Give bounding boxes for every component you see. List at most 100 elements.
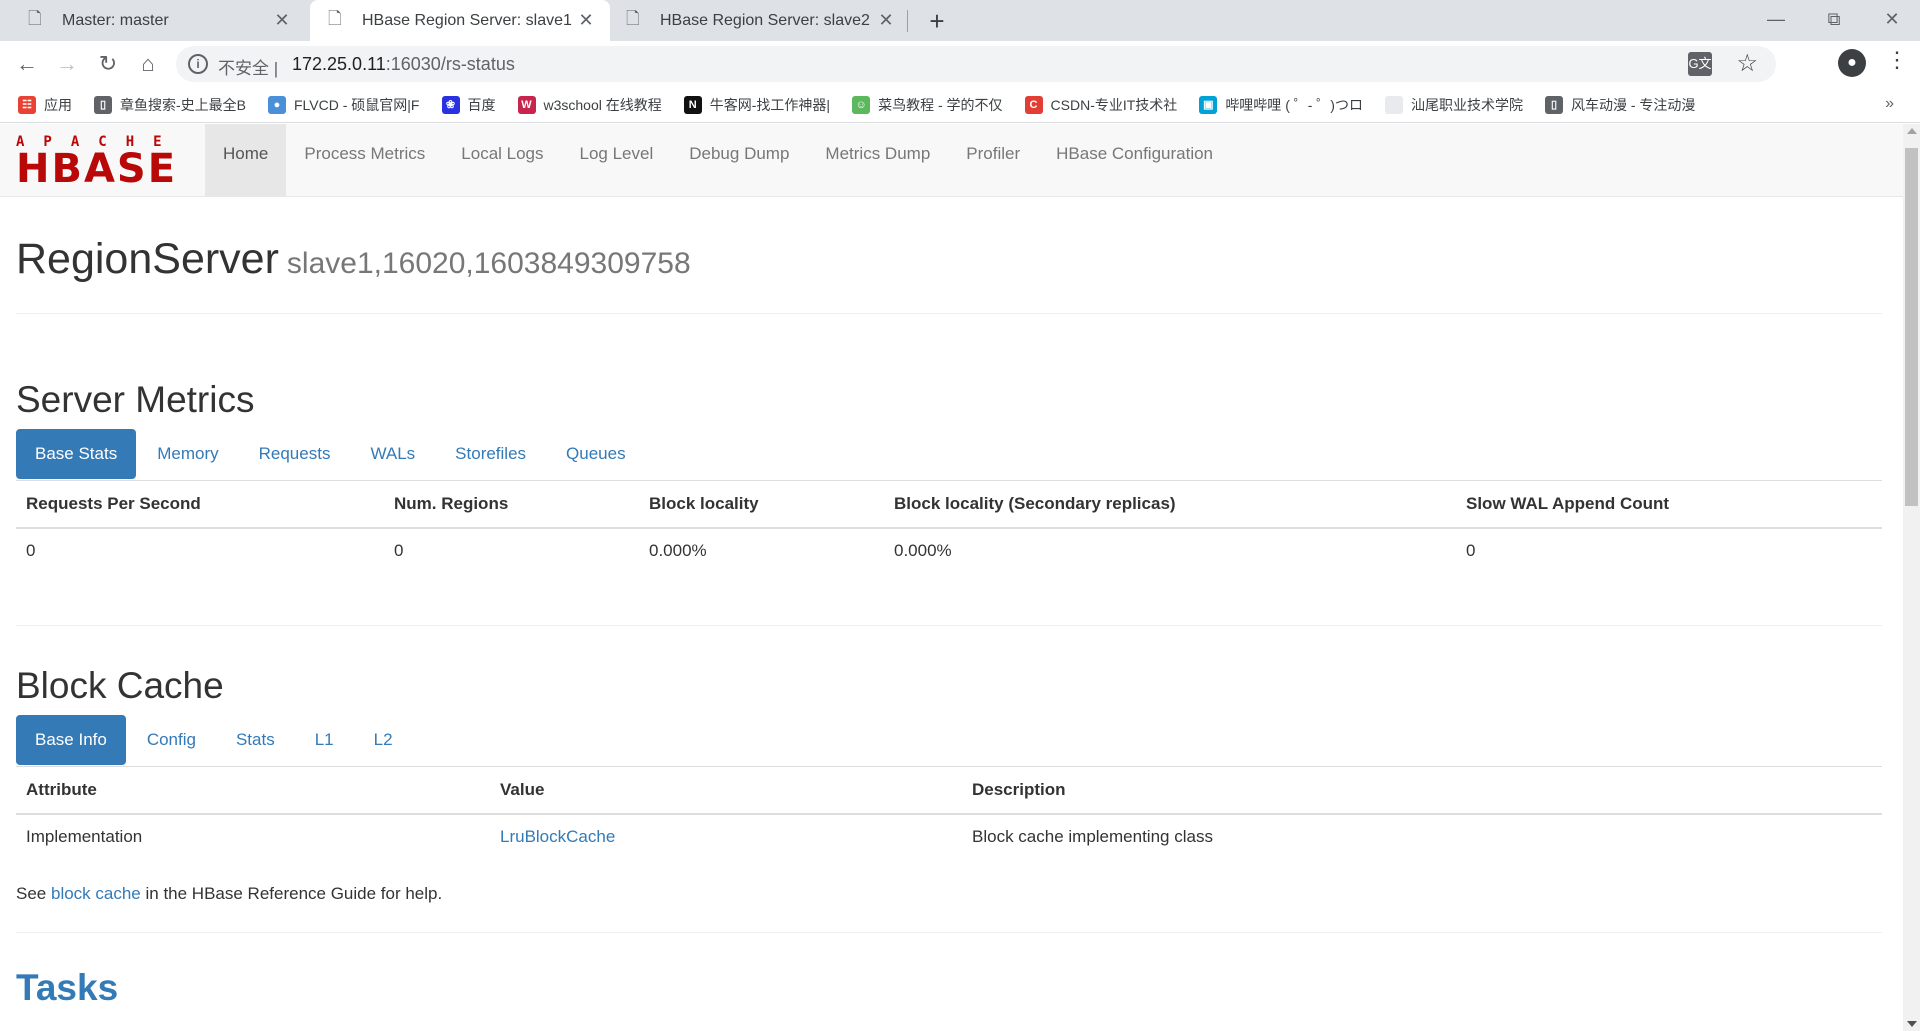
bookmarks-overflow-icon[interactable]: »	[1885, 95, 1894, 113]
scroll-up-icon[interactable]	[1907, 128, 1917, 134]
close-icon[interactable]: ✕	[576, 10, 596, 31]
server-metrics-table: Requests Per Second Num. Regions Block l…	[16, 480, 1882, 573]
bookmark-item[interactable]: Ww3school 在线教程	[517, 95, 662, 115]
nav-hbase-configuration[interactable]: HBase Configuration	[1038, 124, 1231, 197]
blank-icon	[1384, 95, 1403, 114]
bookmark-label: FLVCD - 硕鼠官网|F	[294, 96, 420, 113]
hbase-logo[interactable]: APACHE HBASE	[16, 134, 188, 192]
tab-stats[interactable]: Stats	[217, 715, 294, 765]
bookmark-item[interactable]: ❀ 百度	[441, 95, 496, 115]
home-button[interactable]: ⌂	[131, 47, 165, 81]
table-cell: Implementation	[26, 826, 143, 846]
tab-config[interactable]: Config	[128, 715, 215, 765]
table-cell: 0	[1466, 540, 1476, 560]
info-icon[interactable]: i	[188, 54, 208, 74]
bilibili-icon: ▣	[1199, 95, 1218, 114]
page-viewport: APACHE HBASE Home Process Metrics Local …	[0, 124, 1903, 1031]
nav-local-logs[interactable]: Local Logs	[443, 124, 561, 197]
bookmark-item[interactable]: ☷ 应用	[18, 95, 72, 115]
baidu-paw-icon: ❀	[441, 95, 460, 114]
bookmark-item[interactable]: N 牛客网-找工作神器|	[683, 95, 830, 115]
nav-log-level[interactable]: Log Level	[562, 124, 672, 197]
bookmark-item[interactable]: ▯ 章鱼搜索-史上最全B	[94, 95, 246, 115]
nav-profiler[interactable]: Profiler	[948, 124, 1038, 197]
tasks-title[interactable]: Tasks	[16, 967, 118, 1009]
lru-block-cache-link[interactable]: LruBlockCache	[500, 827, 615, 846]
restore-button[interactable]: ⧉	[1806, 0, 1862, 41]
url-path: :16030/rs-status	[385, 54, 515, 74]
menu-icon[interactable]: ⋮	[1886, 47, 1908, 73]
page-subtitle: slave1,16020,1603849309758	[286, 247, 691, 280]
tab-storefiles[interactable]: Storefiles	[436, 429, 545, 479]
tab-requests[interactable]: Requests	[240, 429, 350, 479]
minimize-button[interactable]: —	[1748, 0, 1804, 41]
page-icon: 🗋	[328, 9, 342, 28]
page-title: RegionServer slave1,16020,1603849309758	[16, 235, 691, 283]
close-icon[interactable]: ✕	[876, 10, 896, 31]
bookmark-item[interactable]: ▯ 风车动漫 - 专注动漫	[1544, 95, 1695, 115]
tab-master[interactable]: 🗋 Master: master ✕	[0, 0, 306, 41]
server-metrics-tabs: Base Stats Memory Requests WALs Storefil…	[16, 429, 647, 479]
tab-queues[interactable]: Queues	[547, 429, 645, 479]
close-window-button[interactable]: ✕	[1864, 0, 1920, 41]
scrollbar-thumb[interactable]	[1905, 148, 1918, 506]
new-tab-button[interactable]: +	[922, 4, 952, 38]
bookmark-item[interactable]: ▣ 哔哩哔哩 ( ゜- ゜)つロ	[1199, 95, 1363, 115]
bookmark-star-icon[interactable]: ☆	[1736, 49, 1758, 78]
nav-home[interactable]: Home	[205, 124, 287, 197]
reload-button[interactable]: ↻	[91, 47, 125, 81]
csdn-icon: C	[1024, 95, 1043, 114]
bookmark-label: 菜鸟教程 - 学的不仅	[878, 96, 1003, 113]
bookmark-item[interactable]: ● FLVCD - 硕鼠官网|F	[268, 95, 420, 115]
tab-l2[interactable]: L2	[355, 715, 412, 765]
nav-debug-dump[interactable]: Debug Dump	[671, 124, 807, 197]
bookmark-label: 章鱼搜索-史上最全B	[120, 96, 246, 113]
column-header: Block locality (Secondary replicas)	[884, 480, 1456, 529]
nav-process-metrics[interactable]: Process Metrics	[286, 124, 443, 197]
tab-memory[interactable]: Memory	[138, 429, 237, 479]
close-icon[interactable]: ✕	[272, 10, 292, 31]
browser-tab-strip: 🗋 Master: master ✕ 🗋 HBase Region Server…	[0, 0, 1920, 41]
nav-metrics-dump[interactable]: Metrics Dump	[807, 124, 948, 197]
runoob-icon: ☺	[852, 95, 871, 114]
tab-title: HBase Region Server: slave2	[660, 11, 870, 29]
address-bar[interactable]: i 不安全 | 172.25.0.11:16030/rs-status G文 ☆	[176, 46, 1776, 82]
account-icon[interactable]: ●	[1838, 49, 1866, 77]
tab-base-stats[interactable]: Base Stats	[16, 429, 137, 479]
divider	[16, 932, 1882, 933]
page-icon: ▯	[94, 95, 112, 114]
nowcoder-icon: N	[683, 95, 702, 114]
tab-wals[interactable]: WALs	[351, 429, 434, 479]
column-header: Attribute	[16, 766, 490, 815]
column-header: Description	[962, 766, 1882, 815]
globe-icon: ●	[268, 95, 286, 114]
browser-toolbar: ← → ↻ ⌂ i 不安全 | 172.25.0.11:16030/rs-sta…	[0, 41, 1920, 87]
page-scrollbar[interactable]	[1903, 124, 1920, 1031]
tab-slave1[interactable]: 🗋 HBase Region Server: slave1 ✕	[310, 0, 610, 41]
scroll-down-icon[interactable]	[1907, 1021, 1917, 1027]
url-text[interactable]: 172.25.0.11:16030/rs-status	[292, 54, 515, 75]
back-button[interactable]: ←	[10, 47, 44, 81]
page-icon: 🗋	[626, 9, 640, 28]
bookmark-item[interactable]: C CSDN-专业IT技术社	[1024, 95, 1178, 115]
tab-base-info[interactable]: Base Info	[16, 715, 126, 765]
table-cell: LruBlockCache	[490, 814, 962, 859]
column-header: Block locality	[639, 480, 884, 529]
column-header: Value	[490, 766, 962, 815]
bookmark-item[interactable]: 汕尾职业技术学院	[1384, 95, 1523, 115]
table-cell: 0.000%	[649, 540, 707, 560]
bookmark-label: CSDN-专业IT技术社	[1050, 96, 1178, 113]
translate-icon[interactable]: G文	[1688, 52, 1712, 76]
server-metrics-title: Server Metrics	[16, 379, 255, 420]
block-cache-guide-link[interactable]: block cache	[51, 884, 141, 903]
page-icon: ▯	[1544, 95, 1563, 114]
bookmark-item[interactable]: ☺ 菜鸟教程 - 学的不仅	[852, 95, 1003, 115]
bookmark-label: 百度	[467, 96, 496, 113]
block-cache-tabs: Base Info Config Stats L1 L2	[16, 715, 414, 765]
block-cache-table: Attribute Value Description Implementati…	[16, 766, 1882, 859]
tab-slave2[interactable]: 🗋 HBase Region Server: slave2 ✕	[610, 0, 910, 41]
forward-button[interactable]: →	[50, 47, 84, 81]
bookmark-label: 哔哩哔哩 ( ゜- ゜)つロ	[1225, 96, 1363, 113]
security-indicator[interactable]: 不安全 |	[218, 54, 278, 79]
tab-l1[interactable]: L1	[296, 715, 353, 765]
